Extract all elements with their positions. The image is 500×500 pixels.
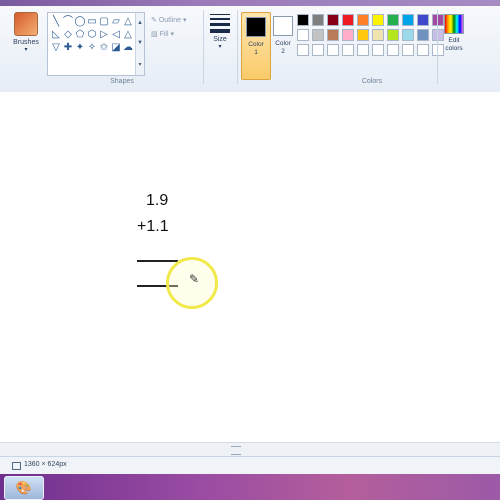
shape-tool-icon[interactable]: ▱ xyxy=(110,15,122,28)
palette-swatch[interactable] xyxy=(312,44,324,56)
palette-swatch[interactable] xyxy=(372,29,384,41)
palette-swatch[interactable] xyxy=(357,29,369,41)
shapes-scroll[interactable]: ▲ ▼ ▾ xyxy=(135,13,144,75)
colors-group-label: Colors xyxy=(361,78,383,85)
shape-tool-icon[interactable]: ✦ xyxy=(74,41,86,54)
shape-tool-icon[interactable]: ⬠ xyxy=(74,28,86,41)
shape-tool-icon[interactable]: ✩ xyxy=(98,41,110,54)
drawn-line-upper xyxy=(137,260,178,262)
shape-tool-icon[interactable]: △ xyxy=(122,28,134,41)
palette-swatch[interactable] xyxy=(357,44,369,56)
size-button[interactable]: Size ▾ xyxy=(207,12,233,50)
brush-icon xyxy=(14,12,38,36)
color-wheel-icon xyxy=(444,14,464,34)
ribbon-toolbar: Brushes ▾ ╲ ⌒ ◯ ▭ ▢ ▱ △ ◺ ◇ ⬠ ⬡ ▷ ◁ △ ▽ ✚ ✦ ✧ ✩ ◪ ☁ ▲ ▼ ▾ Shap… xyxy=(0,6,500,93)
shape-tool-icon[interactable]: ⌒ xyxy=(62,15,74,28)
horizontal-scrollbar[interactable] xyxy=(0,442,500,457)
status-bar: 1360 × 624px xyxy=(0,456,500,475)
palette-swatch[interactable] xyxy=(402,44,414,56)
brushes-label: Brushes xyxy=(13,39,39,46)
palette-swatch[interactable] xyxy=(327,14,339,26)
shape-tool-icon[interactable]: ◯ xyxy=(74,15,86,28)
shapes-gallery[interactable]: ╲ ⌒ ◯ ▭ ▢ ▱ △ ◺ ◇ ⬠ ⬡ ▷ ◁ △ ▽ ✚ ✦ ✧ ✩ ◪ ☁ ▲ ▼ ▾ xyxy=(47,12,145,76)
shape-tool-icon[interactable]: ☁ xyxy=(122,41,134,54)
palette-swatch[interactable] xyxy=(357,14,369,26)
shape-tool-icon[interactable]: ◺ xyxy=(50,28,62,41)
paint-app-icon: 🎨 xyxy=(15,480,33,495)
color1-label: Color 1 xyxy=(248,41,264,56)
dimensions-icon xyxy=(12,462,21,470)
resize-grip[interactable] xyxy=(231,446,241,455)
size-label: Size xyxy=(213,36,227,43)
color-palette xyxy=(297,14,444,56)
paint-taskbar-button[interactable]: 🎨 xyxy=(4,476,44,500)
palette-swatch[interactable] xyxy=(342,14,354,26)
brushes-button[interactable]: Brushes ▾ xyxy=(6,12,46,53)
taskbar: 🎨 xyxy=(0,474,500,500)
palette-swatch[interactable] xyxy=(387,44,399,56)
palette-swatch[interactable] xyxy=(402,29,414,41)
canvas-text-line1: 1.9 xyxy=(146,192,169,209)
shape-tool-icon[interactable]: ▽ xyxy=(50,41,62,54)
shape-grid: ╲ ⌒ ◯ ▭ ▢ ▱ △ ◺ ◇ ⬠ ⬡ ▷ ◁ △ ▽ ✚ ✦ ✧ ✩ ◪ ☁ xyxy=(50,15,134,54)
palette-swatch[interactable] xyxy=(372,14,384,26)
shape-tool-icon[interactable]: ✚ xyxy=(62,41,74,54)
color1-swatch xyxy=(246,17,266,37)
palette-swatch[interactable] xyxy=(312,14,324,26)
palette-swatch[interactable] xyxy=(372,44,384,56)
fill-button[interactable]: ▨ Fill ▾ xyxy=(151,28,201,42)
shape-tool-icon[interactable]: ◪ xyxy=(110,41,122,54)
edit-colors-label: Edit colors xyxy=(445,37,463,52)
outline-fill-options: ✎ Outline ▾ ▨ Fill ▾ xyxy=(151,14,201,42)
edit-colors-button[interactable]: Edit colors xyxy=(441,12,467,53)
shape-tool-icon[interactable]: ✧ xyxy=(86,41,98,54)
pencil-cursor-icon: ✎ xyxy=(189,272,200,286)
divider xyxy=(437,10,438,84)
palette-swatch[interactable] xyxy=(297,29,309,41)
palette-swatch[interactable] xyxy=(327,29,339,41)
palette-swatch[interactable] xyxy=(297,44,309,56)
shape-tool-icon[interactable]: ╲ xyxy=(50,15,62,28)
outline-button[interactable]: ✎ Outline ▾ xyxy=(151,14,201,28)
shape-tool-icon[interactable]: ▷ xyxy=(98,28,110,41)
shape-tool-icon[interactable]: ▭ xyxy=(86,15,98,28)
color2-swatch xyxy=(273,16,293,36)
palette-swatch[interactable] xyxy=(387,14,399,26)
palette-swatch[interactable] xyxy=(417,14,429,26)
palette-swatch[interactable] xyxy=(342,44,354,56)
drawing-canvas[interactable]: 1.9 +1.1 ✎ xyxy=(0,92,500,442)
color2-button[interactable]: Color 2 xyxy=(271,12,295,78)
palette-swatch[interactable] xyxy=(342,29,354,41)
divider xyxy=(237,10,238,84)
color1-button[interactable]: Color 1 xyxy=(241,12,271,80)
shape-tool-icon[interactable]: ◇ xyxy=(62,28,74,41)
size-lines-icon xyxy=(210,14,230,33)
palette-swatch[interactable] xyxy=(417,44,429,56)
shape-tool-icon[interactable]: ⬡ xyxy=(86,28,98,41)
shape-tool-icon[interactable]: △ xyxy=(122,15,134,28)
palette-swatch[interactable] xyxy=(402,14,414,26)
canvas-dimensions: 1360 × 624px xyxy=(24,461,67,468)
canvas-text-line2: +1.1 xyxy=(137,218,169,235)
chevron-down-icon: ▾ xyxy=(24,47,28,53)
shape-tool-icon[interactable]: ▢ xyxy=(98,15,110,28)
shapes-group-label: Shapes xyxy=(110,78,134,85)
palette-swatch[interactable] xyxy=(327,44,339,56)
color2-label: Color 2 xyxy=(275,40,291,55)
palette-swatch[interactable] xyxy=(387,29,399,41)
shape-tool-icon[interactable]: ◁ xyxy=(110,28,122,41)
palette-swatch[interactable] xyxy=(297,14,309,26)
chevron-down-icon: ▾ xyxy=(218,44,222,50)
divider xyxy=(203,10,204,84)
palette-swatch[interactable] xyxy=(417,29,429,41)
palette-swatch[interactable] xyxy=(312,29,324,41)
